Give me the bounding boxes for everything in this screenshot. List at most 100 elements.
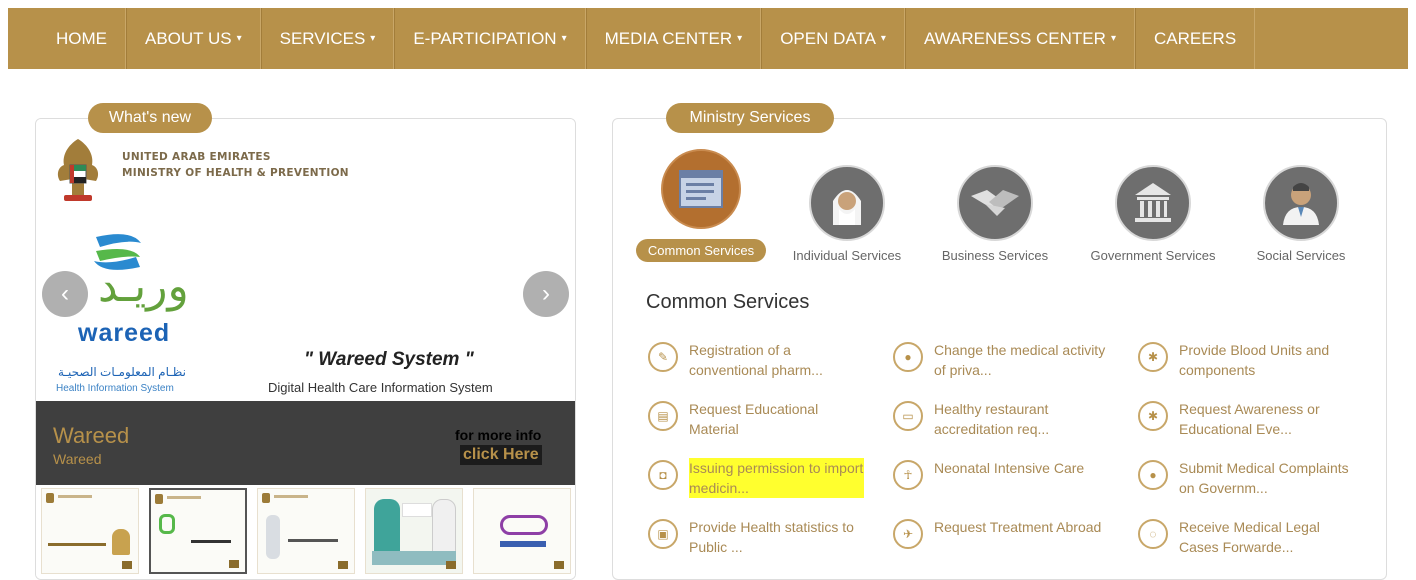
- emblem-icon: [262, 493, 270, 503]
- pill-icon: ●: [893, 342, 923, 372]
- logo-icon: [122, 561, 132, 569]
- carousel-prev-button[interactable]: ‹: [42, 271, 88, 317]
- doctor-figure-icon: [266, 515, 280, 559]
- caret-down-icon: ▾: [1110, 33, 1116, 44]
- person-icon: [809, 165, 885, 241]
- whats-new-carousel: UNITED ARAB EMIRATES MINISTRY OF HEALTH …: [35, 118, 576, 580]
- service-health-statistics[interactable]: ▣ Provide Health statistics to Public ..…: [648, 517, 878, 557]
- nav-item-awareness-center[interactable]: AWARENESS CENTER ▾: [904, 8, 1135, 69]
- carousel-thumbnail[interactable]: [365, 488, 463, 574]
- edit-icon: ✎: [648, 342, 678, 372]
- click-here-link[interactable]: click Here: [460, 445, 542, 465]
- org-line1: UNITED ARAB EMIRATES: [122, 151, 271, 163]
- awareness-icon: ✱: [1138, 401, 1168, 431]
- whats-new-tag: What's new: [88, 103, 212, 133]
- handshake-icon: [957, 165, 1033, 241]
- service-label: Change the medical activity of priva...: [934, 342, 1106, 378]
- nav-label: OPEN DATA: [780, 28, 876, 48]
- nav-item-open-data[interactable]: OPEN DATA ▾: [761, 8, 905, 69]
- chevron-right-icon: ›: [542, 280, 550, 307]
- carousel-thumbnail[interactable]: [473, 488, 571, 574]
- speech-icon: ◌: [1138, 519, 1168, 549]
- carousel-thumbnail[interactable]: [41, 488, 139, 574]
- category-label: Social Services: [1256, 248, 1346, 263]
- blood-icon: ✱: [1138, 342, 1168, 372]
- service-medical-complaints[interactable]: ● Submit Medical Complaints on Governm..…: [1138, 458, 1368, 498]
- service-awareness-events[interactable]: ✱ Request Awareness or Educational Eve..…: [1138, 399, 1368, 439]
- book-icon: ▤: [648, 401, 678, 431]
- carousel-thumbnail[interactable]: [149, 488, 247, 574]
- service-change-medical-activity[interactable]: ● Change the medical activity of priva..…: [893, 340, 1123, 380]
- category-social-services[interactable]: Social Services: [1226, 165, 1376, 263]
- org-line2: MINISTRY OF HEALTH & PREVENTION: [122, 167, 349, 179]
- logo-icon: [554, 561, 564, 569]
- service-label: Registration of a conventional pharm...: [689, 342, 823, 378]
- category-label: Common Services: [635, 239, 767, 262]
- carousel-next-button[interactable]: ›: [523, 271, 569, 317]
- caret-down-icon: ▾: [880, 33, 886, 44]
- divider: [58, 495, 92, 498]
- service-blood-units[interactable]: ✱ Provide Blood Units and components: [1138, 340, 1368, 380]
- service-label: Receive Medical Legal Cases Forwarde...: [1179, 519, 1320, 555]
- carousel-thumbnail[interactable]: [257, 488, 355, 574]
- category-common-services[interactable]: Common Services: [626, 149, 776, 262]
- services-heading: Common Services: [646, 291, 810, 313]
- banner-bar: [372, 551, 456, 565]
- logo-icon: [338, 561, 348, 569]
- slide-subtitle: Digital Health Care Information System: [268, 380, 493, 395]
- woman-icon: [432, 499, 456, 553]
- ministry-services-tag: Ministry Services: [666, 103, 834, 133]
- category-label: Individual Services: [792, 248, 902, 263]
- nav-item-services[interactable]: SERVICES ▾: [260, 8, 395, 69]
- emblem-icon: [46, 493, 54, 503]
- service-educational-material[interactable]: ▤ Request Educational Material: [648, 399, 878, 439]
- nav-label: CAREERS: [1153, 28, 1237, 48]
- service-registration-pharmacy[interactable]: ✎ Registration of a conventional pharm..…: [648, 340, 878, 380]
- nav-label: AWARENESS CENTER: [923, 28, 1106, 48]
- caret-down-icon: ▾: [737, 33, 743, 44]
- nav-item-careers[interactable]: CAREERS: [1134, 8, 1256, 69]
- doctor-icon: [1263, 165, 1339, 241]
- main-nav: HOME ABOUT US ▾ SERVICES ▾ E-PARTICIPATION…: [8, 8, 1408, 69]
- makom-wordmark-icon: [500, 541, 546, 547]
- makom-logo-icon: [500, 515, 548, 535]
- service-label: Provide Health statistics to Public ...: [689, 519, 854, 555]
- his-label-arabic: نظـام المعلومـات الصحيـة: [58, 365, 186, 379]
- ministry-services-panel: Common Services Individual Services Busi…: [612, 118, 1387, 580]
- carousel-caption: Wareed Wareed for more info click Here: [36, 401, 575, 485]
- airplane-icon: ✈: [893, 519, 923, 549]
- service-treatment-abroad[interactable]: ✈ Request Treatment Abroad: [893, 517, 1123, 549]
- divider: [191, 540, 231, 543]
- service-restaurant-accreditation[interactable]: ▭ Healthy restaurant accreditation req..…: [893, 399, 1123, 439]
- nav-item-e-participation[interactable]: E-PARTICIPATION ▾: [394, 8, 586, 69]
- person-icon: [112, 529, 130, 555]
- category-business-services[interactable]: Business Services: [920, 165, 1070, 263]
- category-label: Government Services: [1090, 248, 1216, 263]
- divider: [167, 496, 201, 499]
- wareed-logo-english: wareed: [78, 319, 171, 347]
- category-individual-services[interactable]: Individual Services: [772, 165, 922, 263]
- nav-item-home[interactable]: HOME: [38, 8, 126, 69]
- service-label: Submit Medical Complaints on Governm...: [1179, 460, 1349, 496]
- nav-item-about-us[interactable]: ABOUT US ▾: [126, 8, 261, 69]
- service-medical-legal-cases[interactable]: ◌ Receive Medical Legal Cases Forwarde..…: [1138, 517, 1368, 557]
- caption-title: Wareed: [53, 423, 130, 448]
- service-label: Request Educational Material: [689, 401, 819, 437]
- caption-subtitle: Wareed: [53, 451, 102, 467]
- nav-item-media-center[interactable]: MEDIA CENTER ▾: [585, 8, 762, 69]
- caret-down-icon: ▾: [370, 33, 376, 44]
- his-label-english: Health Information System: [56, 383, 174, 394]
- divider: [288, 539, 338, 542]
- carousel-slide[interactable]: UNITED ARAB EMIRATES MINISTRY OF HEALTH …: [36, 119, 575, 401]
- category-government-services[interactable]: Government Services: [1078, 165, 1228, 263]
- caret-down-icon: ▾: [561, 33, 567, 44]
- government-building-icon: [1115, 165, 1191, 241]
- service-import-medicine-permission[interactable]: ◘ Issuing permission to import medicin..…: [648, 458, 878, 498]
- nav-label: SERVICES: [279, 28, 366, 48]
- speech-bubble-icon: [402, 503, 432, 517]
- service-label: Request Treatment Abroad: [934, 519, 1102, 535]
- service-neonatal-intensive-care[interactable]: ☥ Neonatal Intensive Care: [893, 458, 1123, 490]
- carousel-thumbnails: [36, 485, 575, 579]
- emblem-icon: [155, 494, 163, 504]
- nav-label: ABOUT US: [145, 28, 232, 48]
